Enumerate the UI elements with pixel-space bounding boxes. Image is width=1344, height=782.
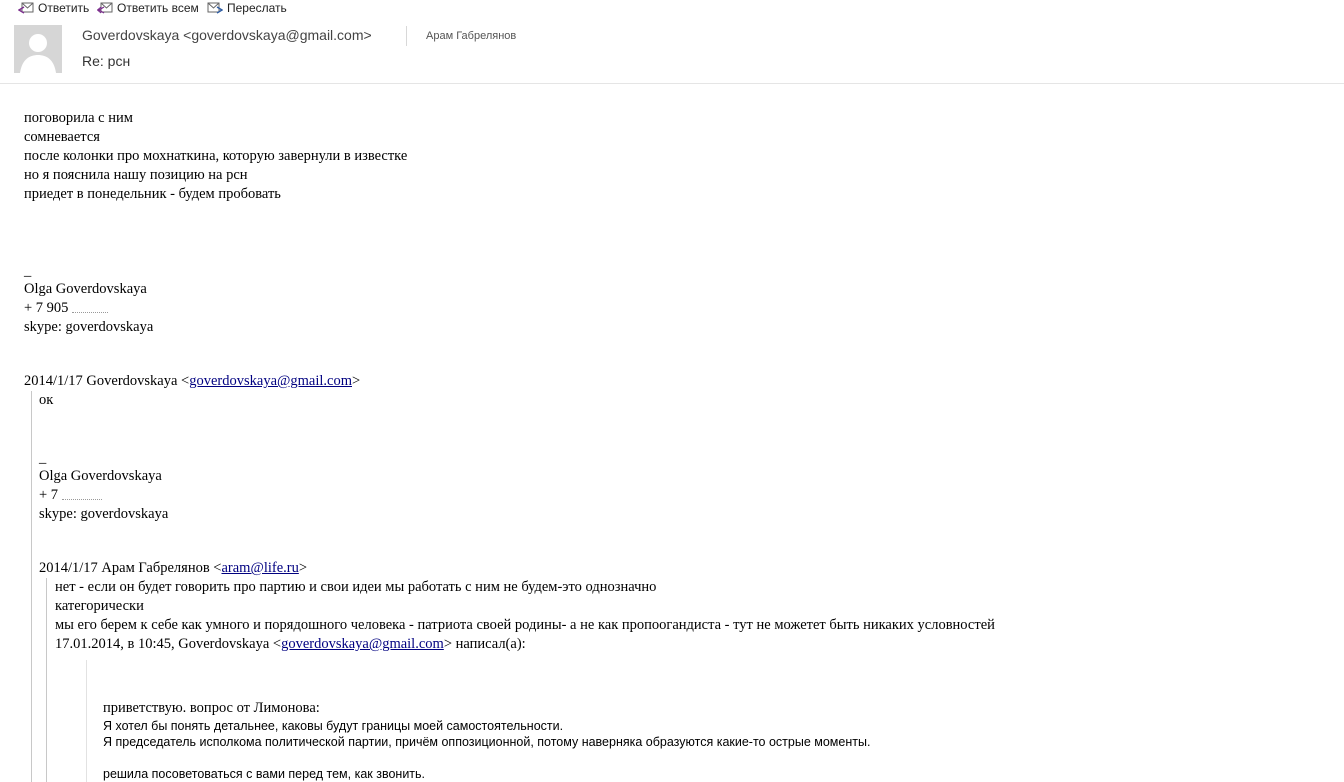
reply-label: Ответить	[38, 1, 90, 15]
email-link[interactable]: aram@life.ru	[221, 560, 298, 576]
phone-redacted	[72, 304, 109, 314]
body-line: приедет в понедельник - будем пробовать	[24, 186, 281, 202]
reply-all-icon	[97, 2, 113, 14]
email-link[interactable]: goverdovskaya@gmail.com	[281, 636, 444, 652]
reply-all-button[interactable]: Ответить всем	[97, 1, 199, 15]
message-subject: Re: рсн	[82, 53, 131, 69]
signature-name: Olga Goverdovskaya	[24, 281, 147, 297]
signature-phone-text: + 7 905	[24, 300, 73, 316]
quote-text: Я председатель исполкома политической па…	[103, 735, 871, 749]
quote-intro-text: 2014/1/17 Goverdovskaya <	[24, 373, 190, 389]
sender-avatar	[14, 25, 62, 73]
quote-bar	[86, 660, 87, 782]
quote-intro: 2014/1/17 Goverdovskaya <goverdovskaya@g…	[24, 372, 360, 391]
forward-label: Переслать	[227, 1, 287, 15]
signature-phone: + 7 905	[24, 299, 109, 318]
quote-intro-suffix: >	[352, 373, 361, 389]
body-line: но я пояснила нашу позицию на рсн	[24, 167, 248, 183]
message-toolbar: Ответить Ответить всем Переслать	[0, 0, 1344, 18]
quote-bar	[46, 578, 47, 782]
quote-intro-suffix: >	[298, 560, 308, 576]
quote-text: мы его берем к себе как умного и порядош…	[55, 617, 995, 633]
body-line: после колонки про мохнаткина, которую за…	[24, 148, 408, 164]
quote-reply-text: 17.01.2014, в 10:45, Goverdovskaya <	[55, 636, 282, 652]
signature-phone: + 7	[39, 486, 102, 505]
reply-icon	[18, 2, 34, 14]
signature-skype: skype: goverdovskaya	[39, 506, 169, 522]
quote-intro-text: 2014/1/17 Арам Габрелянов <	[39, 560, 222, 576]
quote-bar	[31, 391, 32, 782]
quote-text: нет - если он будет говорить про партию …	[55, 579, 657, 595]
quote-intro: 2014/1/17 Арам Габрелянов <aram@life.ru>	[39, 559, 307, 578]
forward-icon	[207, 2, 223, 14]
quote-reply-intro: 17.01.2014, в 10:45, Goverdovskaya <gove…	[55, 635, 526, 654]
quote-text: решила посоветоваться с вами перед тем, …	[103, 767, 426, 781]
signature-name: Olga Goverdovskaya	[39, 468, 162, 484]
signature-skype: skype: goverdovskaya	[24, 319, 154, 335]
recipient-name[interactable]: Арам Габрелянов	[426, 30, 516, 42]
sender-name[interactable]: Goverdovskaya <goverdovskaya@gmail.com>	[82, 27, 372, 43]
quote-greeting: приветствую. вопрос от Лимонова:	[103, 700, 320, 716]
signature-dash: _	[24, 263, 32, 279]
phone-redacted	[61, 491, 102, 501]
signature-phone-text: + 7	[39, 487, 62, 503]
header-divider	[406, 26, 407, 46]
body-line: поговорила с ним	[24, 110, 133, 126]
person-icon	[14, 25, 62, 73]
signature-dash: _	[39, 450, 47, 466]
reply-all-label: Ответить всем	[117, 1, 199, 15]
reply-button[interactable]: Ответить	[18, 1, 89, 15]
header-separator	[0, 83, 1344, 84]
forward-button[interactable]: Переслать	[207, 1, 287, 15]
quote-reply-suffix: > написал(а):	[443, 636, 526, 652]
quote-text: категорически	[55, 598, 144, 614]
body-line: сомневается	[24, 129, 100, 145]
email-link[interactable]: goverdovskaya@gmail.com	[189, 373, 352, 389]
quote-text: ок	[39, 392, 54, 408]
